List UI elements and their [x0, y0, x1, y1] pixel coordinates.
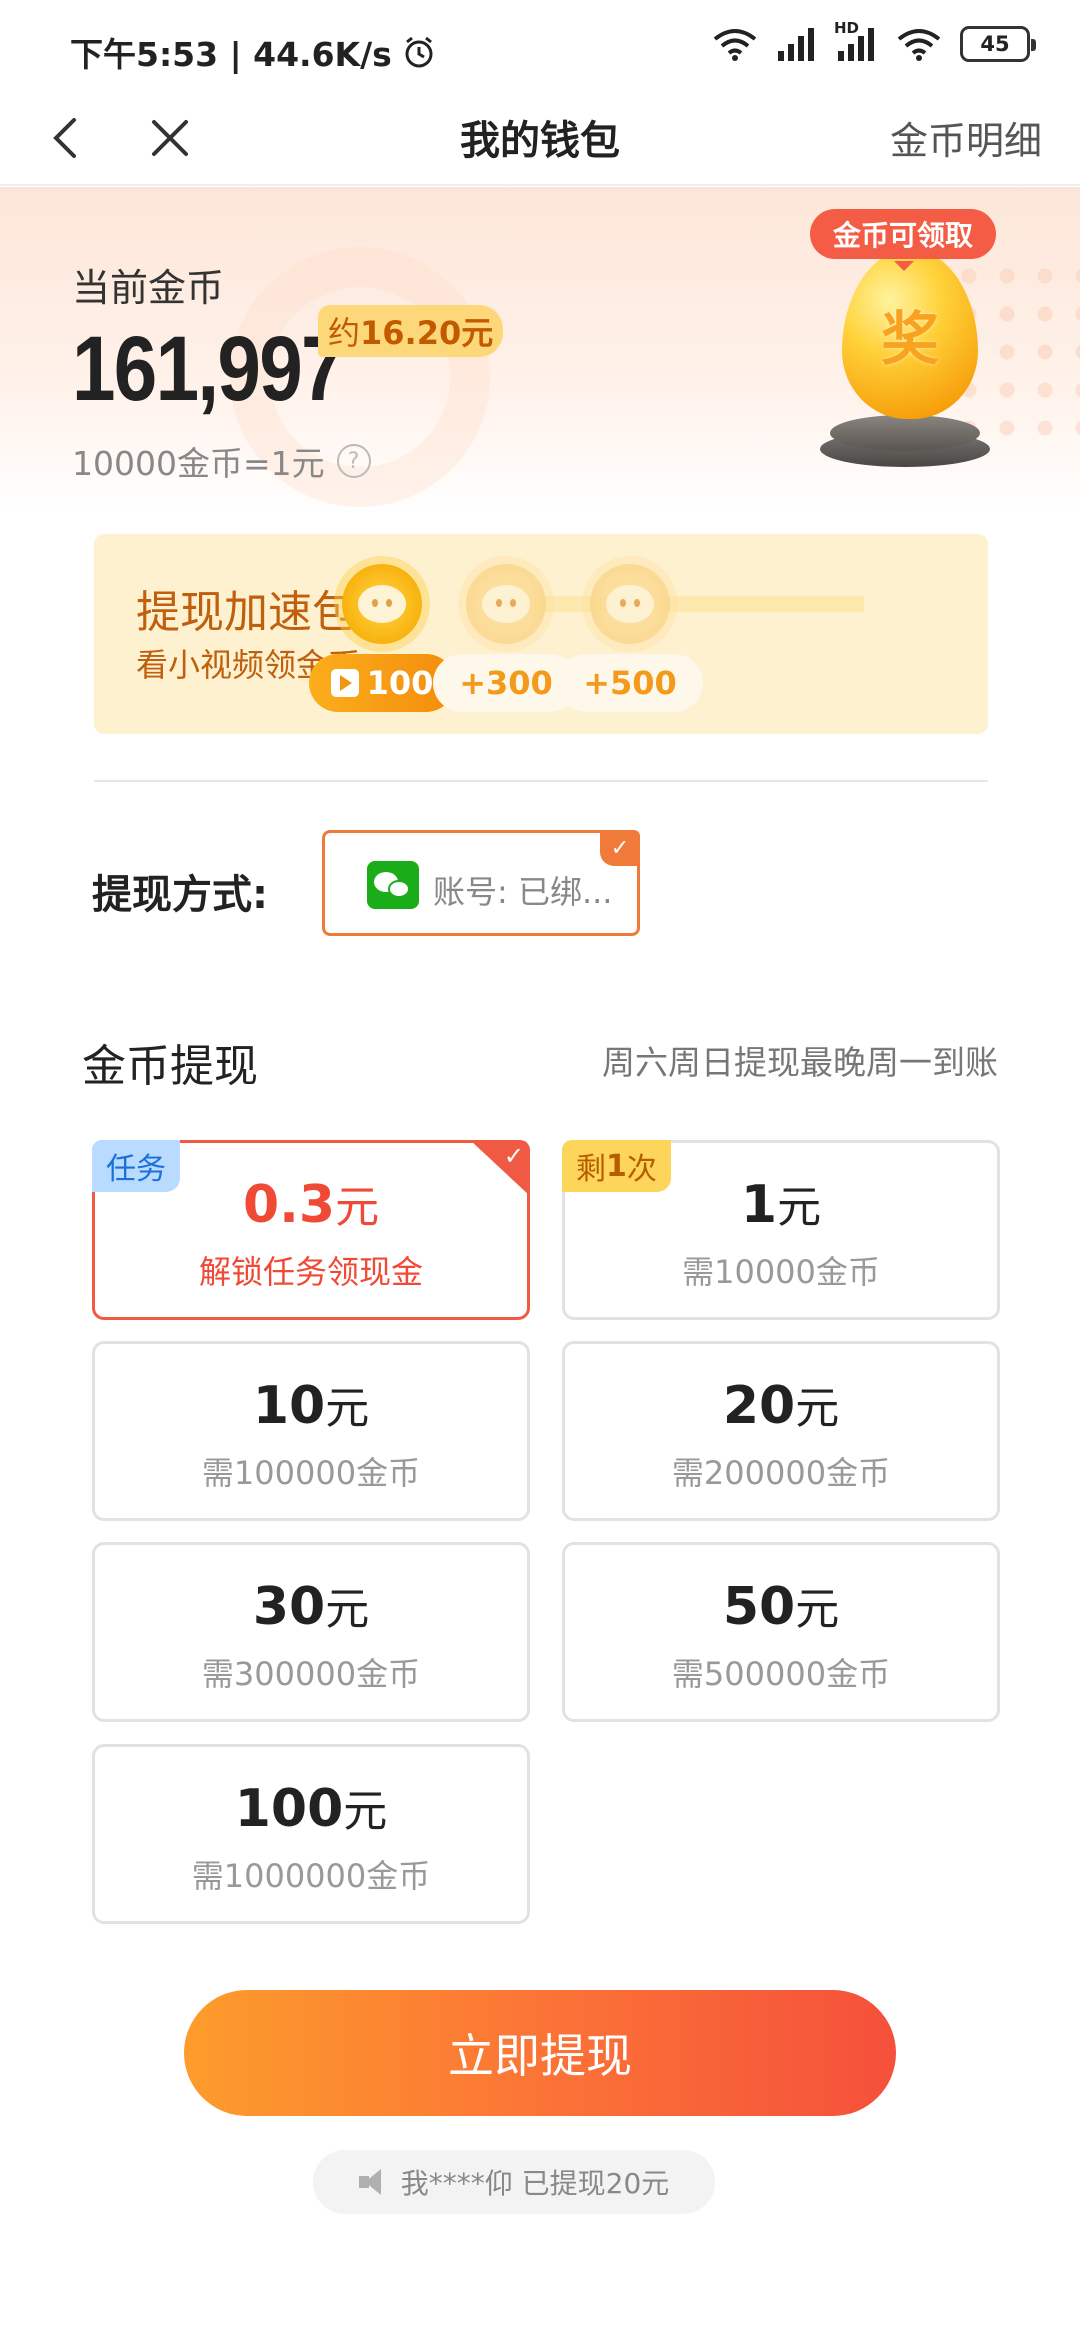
speaker-icon — [358, 2169, 389, 2195]
speed-step-label: +500 — [583, 664, 677, 702]
nav-bar: 我的钱包 金币明细 — [0, 90, 1080, 186]
speed-step-500[interactable]: +500 — [557, 654, 703, 712]
signal-hd-icon: HD — [834, 19, 878, 61]
pig-coin-icon — [342, 564, 422, 644]
withdraw-option-30[interactable]: 30元 需300000金币 — [92, 1542, 530, 1722]
approx-cash-badge: 约 16.20元 — [318, 305, 504, 357]
approx-prefix: 约 — [328, 314, 361, 352]
ticker-text: 我****仰 已提现20元 — [400, 2167, 670, 2200]
wallet-header: 当前金币 161,997 约 16.20元 10000金币=1元 ? 金币可领取 … — [0, 187, 1080, 517]
wechat-icon — [367, 861, 419, 909]
option-amount: 0.3元 — [242, 1175, 380, 1235]
withdraw-option-100[interactable]: 100元 需1000000金币 — [92, 1744, 530, 1924]
status-bar: 下午5:53 | 44.6K/s HD 45 — [0, 0, 1080, 90]
status-left: 下午5:53 | 44.6K/s — [70, 28, 436, 76]
signal-icon — [778, 28, 814, 61]
speed-pack-title: 提现加速包 — [136, 587, 356, 638]
option-subtext: 需500000金币 — [671, 1655, 891, 1693]
option-amount: 1元 — [740, 1175, 822, 1235]
current-coin-label: 当前金币 — [72, 266, 225, 310]
withdraw-option-10[interactable]: 10元 需100000金币 — [92, 1341, 530, 1521]
option-subtext: 需10000金币 — [682, 1253, 880, 1291]
approx-value: 16.20元 — [360, 314, 494, 352]
check-icon: ✓ — [600, 830, 640, 866]
option-amount: 20元 — [722, 1376, 840, 1436]
withdraw-method-wechat[interactable]: 账号: 已绑... ✓ — [322, 830, 640, 936]
wechat-account-text: 账号: 已绑... — [433, 873, 613, 911]
option-subtext: 需1000000金币 — [191, 1857, 431, 1895]
play-icon — [330, 669, 359, 697]
wifi-icon-2 — [897, 29, 941, 61]
battery-icon: 45 — [960, 26, 1036, 62]
divider — [94, 780, 988, 782]
wifi-icon — [713, 29, 757, 61]
status-right: HD 45 — [712, 19, 1036, 62]
reward-egg[interactable]: 金币可领取 奖 — [810, 209, 1020, 499]
option-subtext: 需100000金币 — [201, 1454, 421, 1492]
exchange-rate-text: 10000金币=1元 — [72, 444, 325, 483]
exchange-rate: 10000金币=1元 ? — [72, 437, 371, 485]
option-amount: 100元 — [234, 1779, 388, 1839]
golden-egg-icon: 奖 — [842, 249, 978, 419]
help-icon[interactable]: ? — [336, 444, 371, 478]
status-time-speed: 下午5:53 | 44.6K/s — [70, 35, 392, 74]
withdraw-option-0.3[interactable]: 任务 ✓ 0.3元 解锁任务领现金 — [92, 1140, 530, 1320]
egg-char: 奖 — [880, 305, 939, 373]
withdraw-method-label: 提现方式: — [92, 872, 268, 918]
coin-detail-link[interactable]: 金币明细 — [890, 110, 1042, 165]
egg-badge: 金币可领取 — [810, 209, 996, 271]
coin-withdraw-title: 金币提现 — [82, 1041, 258, 1092]
alarm-icon — [405, 36, 433, 68]
withdraw-option-1[interactable]: 剩1次 1元 需10000金币 — [562, 1140, 1000, 1320]
coin-balance: 161,997 — [72, 318, 344, 420]
withdraw-now-button[interactable]: 立即提现 — [184, 1990, 896, 2116]
pig-coin-icon — [590, 564, 670, 644]
option-subtext: 需300000金币 — [201, 1655, 421, 1693]
withdraw-option-20[interactable]: 20元 需200000金币 — [562, 1341, 1000, 1521]
withdraw-note: 周六周日提现最晚周一到账 — [602, 1043, 998, 1082]
speed-step-label: 100 — [366, 664, 434, 702]
option-subtext: 解锁任务领现金 — [198, 1253, 423, 1291]
option-amount: 50元 — [722, 1577, 840, 1637]
speed-step-label: +300 — [459, 664, 553, 702]
option-subtext: 需200000金币 — [671, 1454, 891, 1492]
option-amount: 10元 — [252, 1376, 370, 1436]
withdraw-ticker: 我****仰 已提现20元 — [313, 2150, 715, 2214]
pedestal-top — [830, 415, 980, 451]
battery-level: 45 — [980, 32, 1010, 56]
pig-coin-icon — [466, 564, 546, 644]
speed-pack-card[interactable]: 提现加速包 看小视频领金币 100 +300 +500 — [94, 534, 988, 734]
withdraw-option-50[interactable]: 50元 需500000金币 — [562, 1542, 1000, 1722]
option-amount: 30元 — [252, 1577, 370, 1637]
